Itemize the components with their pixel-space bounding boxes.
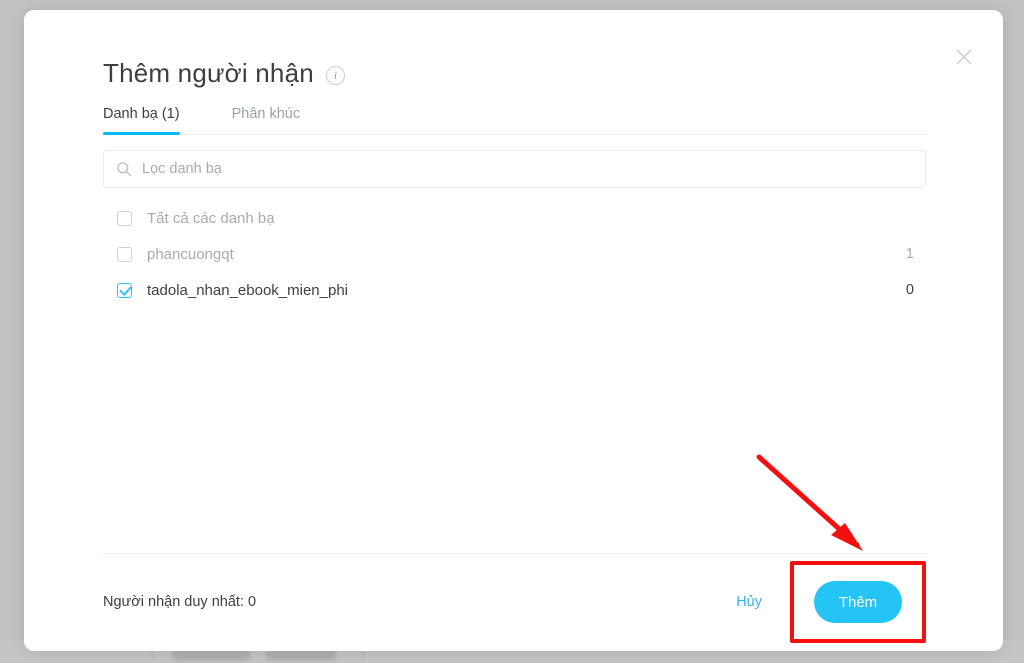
close-icon: [954, 47, 974, 67]
list-item-count: 0: [905, 282, 914, 298]
list-item-label: phancuongqt: [147, 245, 234, 263]
tab-bar: Danh bạ (1) Phân khúc: [103, 106, 926, 135]
cancel-button[interactable]: Hủy: [732, 588, 766, 616]
submit-highlight-box: Thêm: [790, 561, 926, 643]
add-button[interactable]: Thêm: [814, 581, 902, 623]
tab-contacts[interactable]: Danh bạ (1): [103, 106, 180, 135]
checkbox-all-contacts[interactable]: [117, 210, 132, 226]
search-icon: [116, 161, 132, 177]
unique-recipient-count: Người nhận duy nhất: 0: [103, 594, 257, 610]
screen: Thêm người nhận i Danh bạ (1) Phân khúc …: [0, 0, 1024, 663]
close-button[interactable]: [947, 40, 981, 74]
tab-segments[interactable]: Phân khúc: [232, 106, 301, 134]
checkbox-phancuongqt[interactable]: [117, 246, 132, 262]
info-icon[interactable]: i: [325, 66, 345, 85]
search-input[interactable]: [142, 161, 913, 177]
list-item-label: tadola_nhan_ebook_mien_phi: [147, 281, 349, 299]
list-item-label: Tất cả các danh bạ: [147, 209, 275, 227]
search-field[interactable]: [103, 150, 926, 188]
list-item-count: 1: [905, 246, 914, 262]
checkbox-tadola-nhan-ebook-mien-phi[interactable]: [117, 282, 132, 298]
list-item[interactable]: Tất cả các danh bạ: [103, 200, 926, 236]
footer-actions: Hủy Thêm: [732, 561, 926, 643]
contact-list: Tất cả các danh bạ phancuongqt 1 tadola_…: [103, 200, 926, 308]
dialog-footer: Người nhận duy nhất: 0 Hủy Thêm: [103, 554, 926, 650]
list-item[interactable]: phancuongqt 1: [103, 236, 926, 272]
add-recipient-dialog: Thêm người nhận i Danh bạ (1) Phân khúc …: [24, 10, 1003, 651]
list-item[interactable]: tadola_nhan_ebook_mien_phi 0: [103, 272, 926, 308]
page-title: Thêm người nhận: [103, 58, 314, 88]
dialog-header: Thêm người nhận i: [103, 58, 345, 89]
